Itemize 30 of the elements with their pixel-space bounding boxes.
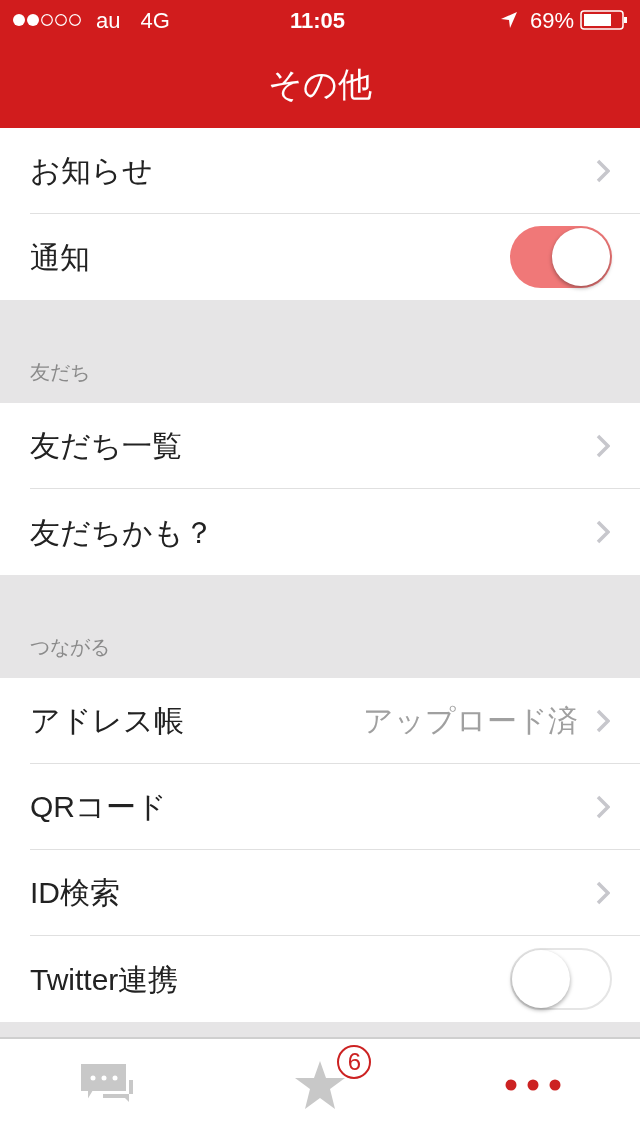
- page-title: その他: [268, 63, 372, 105]
- row-label[interactable]: 友だち一覧: [30, 423, 182, 468]
- row-label[interactable]: Twitter連携: [30, 956, 179, 1002]
- row-label[interactable]: 友だちかも？: [30, 509, 214, 555]
- row-label[interactable]: QRコード: [30, 784, 167, 829]
- chevron-icon: [596, 520, 610, 544]
- carrier-name: au: [96, 6, 121, 35]
- chevron-icon: [596, 158, 610, 183]
- network-type: 4G: [140, 6, 170, 35]
- row-label[interactable]: お知らせ: [30, 148, 153, 193]
- battery-percent: 69%: [529, 6, 574, 35]
- location-arrow-icon: [499, 11, 518, 29]
- row-label[interactable]: 通知: [30, 234, 90, 280]
- chevron-icon: [596, 880, 610, 905]
- row-label[interactable]: アドレス帳: [30, 698, 184, 743]
- toggle-switch[interactable]: [510, 948, 612, 1010]
- more-dots-icon: [505, 1078, 562, 1091]
- signal-icon: [12, 13, 82, 27]
- battery-icon: [580, 10, 628, 30]
- section-header: 友だち: [30, 360, 90, 385]
- chevron-icon: [596, 433, 610, 458]
- status-time: 11:05: [290, 6, 346, 35]
- toggle-switch[interactable]: [510, 226, 612, 288]
- row-detail: アップロード済: [363, 703, 578, 739]
- tab-badge: 6: [337, 1045, 372, 1079]
- star-icon: [294, 1059, 346, 1110]
- section-header: つながる: [30, 635, 110, 660]
- chevron-icon: [596, 708, 610, 733]
- row-label[interactable]: ID検索: [30, 870, 120, 915]
- chevron-icon: [596, 794, 610, 819]
